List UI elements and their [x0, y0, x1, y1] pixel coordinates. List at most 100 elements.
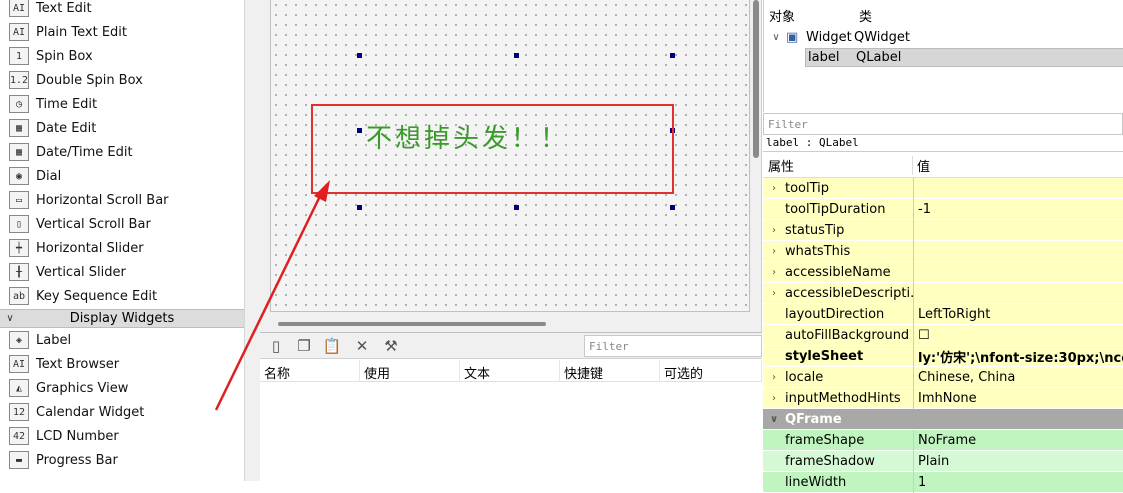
widget-box-item[interactable]: 12 Calendar Widget — [0, 400, 244, 424]
property-value[interactable]: Plain — [913, 450, 1123, 472]
action-editor: ▯ ❐ 📋 ✕ ⚒ Filter 名称 使用 文本 快捷键 可选的 — [260, 332, 762, 481]
property-value[interactable]: -1 — [913, 198, 1123, 220]
property-row[interactable]: › inputMethodHints ImhNone — [763, 387, 1123, 409]
action-column-header[interactable]: 快捷键 — [560, 360, 660, 382]
widget-box-item[interactable]: ▭ Horizontal Scroll Bar — [0, 188, 244, 212]
resize-handle[interactable] — [357, 53, 362, 58]
property-value[interactable]: Chinese, China — [913, 366, 1123, 388]
property-row[interactable]: lineWidth 1 — [763, 471, 1123, 493]
chevron-right-icon[interactable]: › — [763, 288, 785, 299]
widget-box-item-label: Double Spin Box — [36, 72, 143, 88]
action-column-header[interactable]: 名称 — [260, 360, 360, 382]
property-value[interactable]: 1 — [913, 471, 1123, 493]
chevron-right-icon[interactable]: › — [763, 393, 785, 404]
property-value[interactable]: NoFrame — [913, 429, 1123, 451]
chevron-right-icon[interactable]: › — [763, 246, 785, 257]
widget-box-item[interactable]: ┿ Horizontal Slider — [0, 236, 244, 260]
calendar-widget-icon: 12 — [9, 403, 29, 421]
property-value[interactable]: ImhNone — [913, 387, 1123, 409]
widget-box-item[interactable]: ◷ Time Edit — [0, 92, 244, 116]
property-value[interactable] — [913, 261, 1123, 283]
resize-handle[interactable] — [357, 205, 362, 210]
property-value[interactable] — [913, 177, 1123, 199]
chevron-right-icon[interactable]: › — [763, 267, 785, 278]
action-column-header[interactable]: 使用 — [360, 360, 460, 382]
action-filter-input[interactable]: Filter — [584, 335, 762, 357]
canvas-vertical-scrollbar[interactable] — [753, 0, 759, 158]
property-row[interactable]: layoutDirection LeftToRight — [763, 303, 1123, 325]
widget-box-item[interactable]: 1 Spin Box — [0, 44, 244, 68]
property-row[interactable]: › statusTip — [763, 219, 1123, 241]
property-value[interactable]: ly:'仿宋';\nfont-size:30px;\ncolor:gree — [913, 345, 1123, 367]
property-value[interactable] — [913, 282, 1123, 304]
chevron-down-icon[interactable]: ∨ — [766, 32, 786, 43]
copy-action-icon[interactable]: ❐ — [294, 336, 314, 356]
action-column-header[interactable]: 文本 — [460, 360, 560, 382]
widget-box-item[interactable]: AI Text Edit — [0, 0, 244, 20]
paste-action-icon[interactable]: 📋 — [322, 336, 342, 356]
property-row[interactable]: frameShape NoFrame — [763, 429, 1123, 451]
property-filter-input[interactable]: Filter — [763, 113, 1123, 135]
property-row[interactable]: autoFillBackground ☐ — [763, 324, 1123, 346]
property-column-header[interactable]: 属性 — [763, 155, 913, 175]
delete-action-icon[interactable]: ✕ — [352, 336, 372, 356]
widget-box-scrollbar[interactable] — [244, 0, 260, 481]
widget-box-item-label: Horizontal Slider — [36, 240, 144, 256]
object-row-label[interactable]: label QLabel — [805, 48, 1123, 67]
widget-box-item[interactable]: ◭ Graphics View — [0, 376, 244, 400]
widget-box-item[interactable]: ab Key Sequence Edit — [0, 284, 244, 308]
object-row-widget[interactable]: ∨ ▣ Widget QWidget — [764, 27, 1123, 48]
widget-box-item[interactable]: ╂ Vertical Slider — [0, 260, 244, 284]
widget-box-item-label: Horizontal Scroll Bar — [36, 192, 169, 208]
new-action-icon[interactable]: ▯ — [266, 336, 286, 356]
widget-box-item[interactable]: 1.2 Double Spin Box — [0, 68, 244, 92]
widget-box-item[interactable]: ◈ Label — [0, 328, 244, 352]
category-display-widgets[interactable]: ∨ Display Widgets — [0, 309, 244, 328]
property-value[interactable]: LeftToRight — [913, 303, 1123, 325]
widget-box-item[interactable]: ▦ Date/Time Edit — [0, 140, 244, 164]
property-row[interactable]: toolTipDuration -1 — [763, 198, 1123, 220]
property-row[interactable]: frameShadow Plain — [763, 450, 1123, 472]
widget-box-item-label: Vertical Scroll Bar — [36, 216, 151, 232]
property-row[interactable]: › accessibleDescripti... — [763, 282, 1123, 304]
action-column-header[interactable]: 可选的 — [660, 360, 762, 382]
property-name: frameShape — [785, 432, 865, 448]
chevron-down-icon[interactable]: ∨ — [763, 414, 785, 425]
chevron-right-icon[interactable]: › — [763, 225, 785, 236]
configure-icon[interactable]: ⚒ — [381, 336, 401, 356]
property-row[interactable]: › locale Chinese, China — [763, 366, 1123, 388]
widget-box-item[interactable]: ▦ Date Edit — [0, 116, 244, 140]
property-row[interactable]: › toolTip — [763, 177, 1123, 199]
property-value[interactable] — [913, 219, 1123, 241]
widget-box-item[interactable]: ◉ Dial — [0, 164, 244, 188]
property-name: accessibleName — [785, 264, 891, 280]
spin-box-icon: 1 — [9, 47, 29, 65]
time-edit-icon: ◷ — [9, 95, 29, 113]
class-column-header[interactable]: 类 — [859, 6, 872, 25]
property-value[interactable] — [913, 240, 1123, 262]
property-name: inputMethodHints — [785, 390, 901, 406]
category-label: Display Widgets — [69, 311, 175, 326]
property-row[interactable]: › whatsThis — [763, 240, 1123, 262]
property-row[interactable]: styleSheet ly:'仿宋';\nfont-size:30px;\ncol… — [763, 345, 1123, 367]
text-browser-icon: AI — [9, 355, 29, 373]
object-column-header[interactable]: 对象 — [769, 6, 795, 25]
canvas-horizontal-scrollbar[interactable] — [278, 322, 546, 326]
property-row[interactable]: › accessibleName — [763, 261, 1123, 283]
property-row[interactable]: ∨ QFrame — [763, 409, 1123, 430]
resize-handle[interactable] — [514, 205, 519, 210]
resize-handle[interactable] — [514, 53, 519, 58]
widget-box-item[interactable]: ▯ Vertical Scroll Bar — [0, 212, 244, 236]
widget-box-item[interactable]: AI Text Browser — [0, 352, 244, 376]
chevron-right-icon[interactable]: › — [763, 372, 785, 383]
widget-box-item[interactable]: AI Plain Text Edit — [0, 20, 244, 44]
value-column-header[interactable]: 值 — [913, 156, 930, 175]
widget-box-item[interactable]: 42 LCD Number — [0, 424, 244, 448]
widget-box-item[interactable]: ▬ Progress Bar — [0, 448, 244, 472]
lcd-number-icon: 42 — [9, 427, 29, 445]
resize-handle[interactable] — [670, 205, 675, 210]
form-grid[interactable]: 不想掉头发！！ — [270, 0, 750, 312]
resize-handle[interactable] — [670, 53, 675, 58]
chevron-right-icon[interactable]: › — [763, 183, 785, 194]
checkbox[interactable]: ☐ — [913, 324, 1123, 346]
